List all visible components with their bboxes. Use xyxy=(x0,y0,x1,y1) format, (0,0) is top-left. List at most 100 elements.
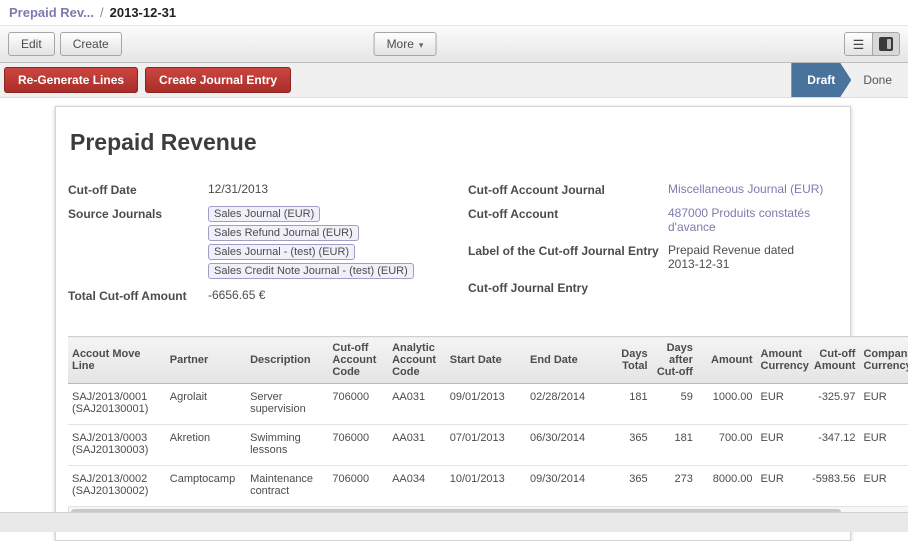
list-view-icon: ☰ xyxy=(853,38,865,51)
cell-end-date: 09/30/2014 xyxy=(526,466,612,507)
cell-days-total: 365 xyxy=(612,425,651,466)
column-header: Amount Currency xyxy=(757,337,806,384)
view-switcher: ☰ xyxy=(844,32,900,56)
form-view-icon xyxy=(879,37,893,51)
breadcrumb: Prepaid Rev... / 2013-12-31 xyxy=(0,0,908,25)
action-row: Re-Generate Lines Create Journal Entry D… xyxy=(0,63,908,98)
cell-partner: Camptocamp xyxy=(166,466,246,507)
cell-amount-currency: EUR xyxy=(757,466,806,507)
caret-down-icon: ▾ xyxy=(419,40,424,50)
cutoff-lines-table: Accout Move Line Partner Description Cut… xyxy=(68,336,908,518)
cell-end-date: 06/30/2014 xyxy=(526,425,612,466)
cutoff-account-link[interactable]: 487000 Produits constatés d'avance xyxy=(668,206,828,234)
column-header: Days Total xyxy=(612,337,651,384)
list-view-button[interactable]: ☰ xyxy=(845,33,872,55)
journal-tag: Sales Refund Journal (EUR) xyxy=(208,225,359,241)
cell-analytic-code: AA034 xyxy=(388,466,446,507)
cell-account-code: 706000 xyxy=(328,384,388,425)
column-header: End Date xyxy=(526,337,612,384)
cutoff-account-journal-link[interactable]: Miscellaneous Journal (EUR) xyxy=(668,182,823,197)
cell-days-total: 181 xyxy=(612,384,651,425)
footer-bar xyxy=(0,512,908,532)
cell-partner: Agrolait xyxy=(166,384,246,425)
cell-move-line: SAJ/2013/0001 (SAJ20130001) xyxy=(68,384,166,425)
cell-analytic-code: AA031 xyxy=(388,425,446,466)
table-row[interactable]: SAJ/2013/0003 (SAJ20130003) Akretion Swi… xyxy=(68,425,908,466)
cell-account-code: 706000 xyxy=(328,425,388,466)
source-journals-label: Source Journals xyxy=(68,206,208,279)
column-header: Cut-off Account Code xyxy=(328,337,388,384)
form-grid: Cut-off Date 12/31/2013 Source Journals … xyxy=(68,182,838,312)
cell-amount: 8000.00 xyxy=(697,466,757,507)
cell-amount-currency: EUR xyxy=(757,425,806,466)
total-cutoff-amount-label: Total Cut-off Amount xyxy=(68,288,208,303)
cutoff-account-journal-label: Cut-off Account Journal xyxy=(468,182,668,197)
status-done[interactable]: Done xyxy=(851,73,908,87)
table-header: Accout Move Line Partner Description Cut… xyxy=(68,337,908,384)
cell-partner: Akretion xyxy=(166,425,246,466)
cell-move-line: SAJ/2013/0003 (SAJ20130003) xyxy=(68,425,166,466)
cutoff-journal-entry-label: Cut-off Journal Entry xyxy=(468,280,668,295)
column-header: Start Date xyxy=(446,337,526,384)
cell-cutoff-amount: -325.97 xyxy=(806,384,860,425)
more-button-label: More xyxy=(387,37,414,51)
entry-label-value: Prepaid Revenue dated 2013-12-31 xyxy=(668,243,828,271)
cell-move-line: SAJ/2013/0002 (SAJ20130002) xyxy=(68,466,166,507)
cell-description: Swimming lessons xyxy=(246,425,328,466)
journal-tag: Sales Journal - (test) (EUR) xyxy=(208,244,355,260)
more-dropdown: More ▾ xyxy=(374,32,437,56)
column-header: Description xyxy=(246,337,328,384)
cutoff-account-label: Cut-off Account xyxy=(468,206,668,234)
journal-tag: Sales Journal (EUR) xyxy=(208,206,320,222)
column-header: Partner xyxy=(166,337,246,384)
create-journal-entry-button[interactable]: Create Journal Entry xyxy=(145,67,291,93)
cutoff-date-label: Cut-off Date xyxy=(68,182,208,197)
column-header: Accout Move Line xyxy=(68,337,166,384)
cell-end-date: 02/28/2014 xyxy=(526,384,612,425)
journal-tag: Sales Credit Note Journal - (test) (EUR) xyxy=(208,263,414,279)
breadcrumb-current: 2013-12-31 xyxy=(110,5,177,20)
column-header: Amount xyxy=(697,337,757,384)
cell-days-total: 365 xyxy=(612,466,651,507)
breadcrumb-parent-link[interactable]: Prepaid Rev... xyxy=(9,5,94,20)
status-draft[interactable]: Draft xyxy=(791,63,851,97)
cell-company-currency: EUR xyxy=(859,466,908,507)
page-title: Prepaid Revenue xyxy=(70,129,838,156)
create-button[interactable]: Create xyxy=(60,32,122,56)
form-sheet: Prepaid Revenue Cut-off Date 12/31/2013 … xyxy=(55,106,851,541)
edit-button[interactable]: Edit xyxy=(8,32,55,56)
field-cutoff-date: Cut-off Date 12/31/2013 xyxy=(68,182,468,197)
source-journals-tags: Sales Journal (EUR) Sales Refund Journal… xyxy=(208,206,450,279)
cell-start-date: 07/01/2013 xyxy=(446,425,526,466)
table-row[interactable]: SAJ/2013/0001 (SAJ20130001) Agrolait Ser… xyxy=(68,384,908,425)
column-header: Company Currency xyxy=(859,337,908,384)
cell-company-currency: EUR xyxy=(859,425,908,466)
cell-start-date: 09/01/2013 xyxy=(446,384,526,425)
content-area: Prepaid Revenue Cut-off Date 12/31/2013 … xyxy=(0,98,908,512)
cell-cutoff-amount: -347.12 xyxy=(806,425,860,466)
field-entry-label: Label of the Cut-off Journal Entry Prepa… xyxy=(468,243,838,271)
more-button[interactable]: More ▾ xyxy=(374,32,437,56)
column-header: Cut-off Amount xyxy=(806,337,860,384)
column-header: Days after Cut-off xyxy=(652,337,697,384)
cell-account-code: 706000 xyxy=(328,466,388,507)
cell-analytic-code: AA031 xyxy=(388,384,446,425)
cell-description: Maintenance contract xyxy=(246,466,328,507)
cell-amount: 1000.00 xyxy=(697,384,757,425)
total-cutoff-amount-value: -6656.65 € xyxy=(208,288,265,303)
table-row[interactable]: SAJ/2013/0002 (SAJ20130002) Camptocamp M… xyxy=(68,466,908,507)
regenerate-lines-button[interactable]: Re-Generate Lines xyxy=(4,67,138,93)
field-cutoff-account: Cut-off Account 487000 Produits constaté… xyxy=(468,206,838,234)
cell-start-date: 10/01/2013 xyxy=(446,466,526,507)
statusbar: Draft Done xyxy=(791,63,908,97)
column-header: Analytic Account Code xyxy=(388,337,446,384)
form-column-left: Cut-off Date 12/31/2013 Source Journals … xyxy=(68,182,468,312)
form-view-button[interactable] xyxy=(872,33,899,55)
cell-description: Server supervision xyxy=(246,384,328,425)
cell-days-after: 59 xyxy=(652,384,697,425)
field-cutoff-journal-entry: Cut-off Journal Entry xyxy=(468,280,838,295)
cell-cutoff-amount: -5983.56 xyxy=(806,466,860,507)
cell-days-after: 273 xyxy=(652,466,697,507)
field-total-cutoff-amount: Total Cut-off Amount -6656.65 € xyxy=(68,288,468,303)
form-column-right: Cut-off Account Journal Miscellaneous Jo… xyxy=(468,182,838,312)
